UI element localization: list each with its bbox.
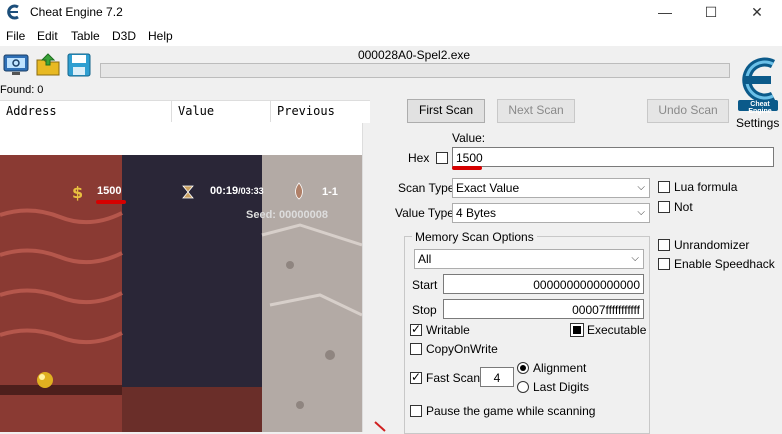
not-label: Not [674,200,693,214]
close-button[interactable]: ✕ [734,0,780,26]
fast-scan-checkbox[interactable] [410,370,422,384]
speedhack-label: Enable Speedhack [674,257,775,271]
lua-formula-label: Lua formula [674,180,738,194]
window-title: Cheat Engine 7.2 [30,5,123,19]
scan-type-value: Exact Value [456,181,520,195]
not-checkbox[interactable] [658,201,670,213]
executable-label: Executable [587,323,647,337]
alignment-label: Alignment [533,361,587,375]
money-icon: $ [72,183,83,201]
menu-table[interactable]: Table [71,29,100,43]
value-type-label: Value Type [395,206,454,220]
save-icon[interactable] [66,52,92,78]
logo-text: Cheat Engine [748,101,772,115]
undo-scan-button[interactable]: Undo Scan [647,99,729,123]
hex-checkbox[interactable] [436,152,448,164]
pause-game-checkbox[interactable] [410,405,422,417]
process-name-label: 000028A0-Spel2.exe [357,48,471,62]
column-separator [270,100,271,122]
found-count-label: Found: 0 [0,84,44,96]
scan-progress-bar [100,63,730,78]
memory-region-select[interactable]: All ⌵ [414,249,644,269]
stop-label: Stop [412,303,437,317]
chevron-down-icon: ⌵ [637,207,645,218]
value-type-select[interactable]: 4 Bytes ⌵ [452,203,650,223]
memory-scan-options-title: Memory Scan Options [412,230,537,244]
value-type-value: 4 Bytes [456,206,497,220]
start-address-input[interactable]: 0000000000000000 [443,274,644,294]
unrandomizer-label: Unrandomizer [674,238,750,252]
first-scan-button[interactable]: First Scan [407,99,485,123]
open-process-icon[interactable] [3,52,29,78]
money-value: 1500 [97,185,122,197]
game-timer: 00:19/03:33 [210,185,264,197]
column-value[interactable]: Value [178,104,214,118]
alignment-radio[interactable] [517,362,529,374]
fast-scan-label: Fast Scan [426,371,481,385]
open-folder-icon[interactable] [35,52,61,78]
menu-d3d[interactable]: D3D [112,29,136,43]
maximize-button[interactable]: ☐ [688,0,734,26]
chevron-down-icon: ⌵ [631,253,639,264]
speedhack-checkbox[interactable] [658,258,670,270]
scan-value-input[interactable]: 1500 [452,147,774,167]
executable-checkbox[interactable] [570,323,584,337]
menu-file[interactable]: File [6,29,25,43]
seed-label: Seed: 00000008 [246,209,328,221]
scan-type-select[interactable]: Exact Value ⌵ [452,178,650,198]
pointer-scan-icon[interactable] [372,420,398,432]
last-digits-radio[interactable] [517,381,529,393]
next-scan-button[interactable]: Next Scan [497,99,575,123]
memory-region-value: All [418,252,432,266]
settings-label[interactable]: Settings [736,116,779,130]
value-label: Value: [452,131,486,145]
column-separator [171,100,172,122]
lua-formula-checkbox[interactable] [658,181,670,193]
value-underline [452,166,482,170]
chevron-down-icon: ⌵ [637,182,645,193]
level-marker-icon [295,182,303,200]
column-address[interactable]: Address [6,104,57,118]
game-screenshot: $ 1500 00:19/03:33 1-1 Seed: 00000008 [0,155,362,432]
level-label: 1-1 [322,186,338,198]
hourglass-icon [182,185,194,199]
last-digits-label: Last Digits [533,380,590,394]
minimize-button[interactable]: — [642,0,688,26]
hex-label: Hex [408,151,430,165]
scan-type-label: Scan Type [398,181,455,195]
writable-label: Writable [426,323,470,337]
copy-on-write-label: CopyOnWrite [426,342,498,356]
game-scene [0,155,362,432]
fast-scan-alignment-input[interactable]: 4 [480,367,514,387]
stop-address-input[interactable]: 00007fffffffffff [443,299,644,319]
menu-help[interactable]: Help [148,29,173,43]
unrandomizer-checkbox[interactable] [658,239,670,251]
game-window-titlebar [0,126,362,156]
money-underline [96,200,126,204]
list-scrollbar[interactable] [362,123,373,432]
start-label: Start [412,278,438,292]
writable-checkbox[interactable] [410,322,422,336]
svg-text:$: $ [72,183,83,201]
copy-on-write-checkbox[interactable] [410,343,422,355]
column-previous[interactable]: Previous [277,104,335,118]
cheat-engine-app-icon [7,4,19,20]
menu-edit[interactable]: Edit [37,29,58,43]
pause-game-label: Pause the game while scanning [426,404,596,418]
